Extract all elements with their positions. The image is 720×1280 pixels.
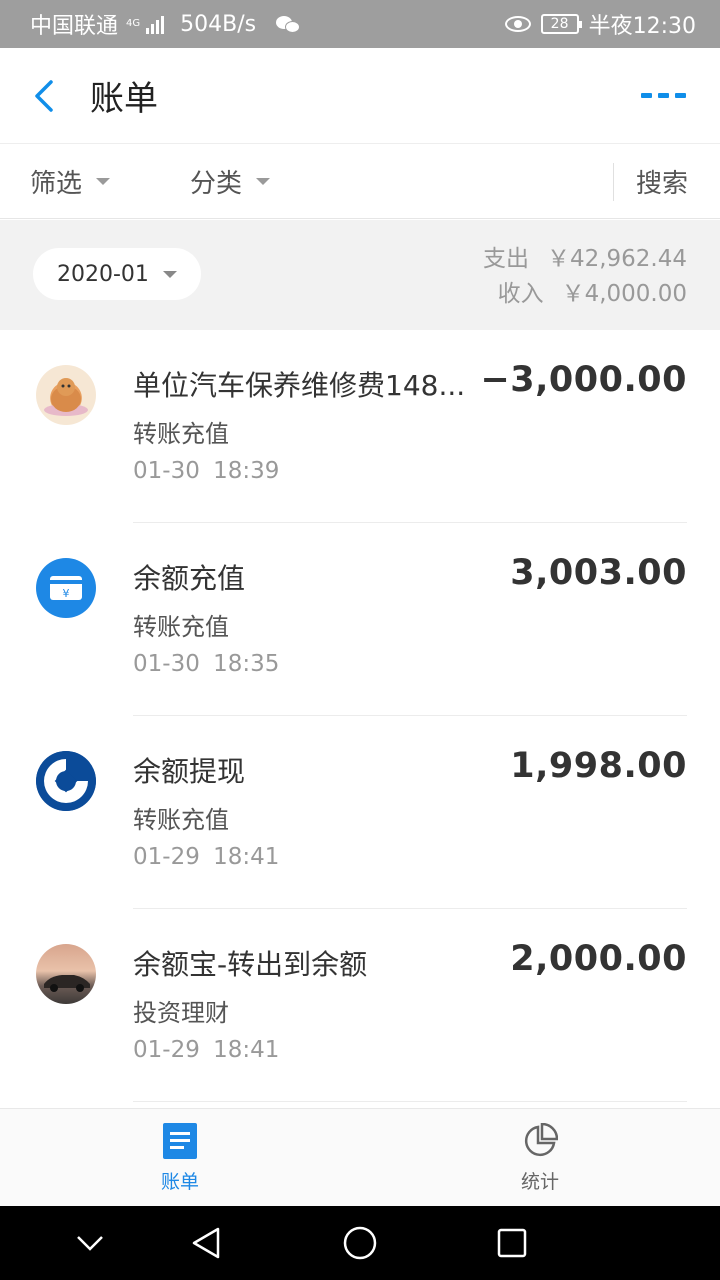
transaction-row[interactable]: 单位汽车保养维修费148... 转账充值 01-30 18:39 −3,000.… (0, 330, 720, 523)
tab-statistics-label: 统计 (520, 1171, 559, 1193)
battery-level: 28 (550, 16, 569, 32)
page-title: 账单 (90, 79, 158, 119)
transaction-amount: 1,998.00 (510, 746, 687, 786)
filter-dropdown[interactable]: 筛选 (30, 163, 111, 200)
clock: 半夜12:30 (588, 14, 696, 39)
hide-nav-button[interactable] (72, 1225, 108, 1261)
expense-label: 支出 (482, 246, 529, 272)
transaction-amount: 2,000.00 (510, 939, 687, 979)
totals: 支出 ￥42,962.44 收入 ￥4,000.00 (483, 242, 687, 312)
svg-text:¥: ¥ (63, 587, 70, 600)
transaction-amount: −3,000.00 (480, 360, 687, 400)
expense-total: 支出 ￥42,962.44 (483, 242, 687, 277)
wechat-icon (276, 14, 302, 34)
month-summary: 2020-01 支出 ￥42,962.44 收入 ￥4,000.00 (0, 220, 720, 330)
transaction-list: 单位汽车保养维修费148... 转账充值 01-30 18:39 −3,000.… (0, 330, 720, 1102)
transaction-amount: 3,003.00 (510, 553, 687, 593)
month-value: 2020-01 (57, 261, 149, 287)
battery-icon: 28 (540, 14, 582, 34)
network-type: 4G (126, 18, 141, 29)
divider (613, 163, 614, 201)
pie-chart-icon (524, 1123, 558, 1157)
nav-recents-button[interactable] (494, 1225, 530, 1261)
ccb-bank-icon (36, 751, 96, 811)
carrier-name: 中国联通 (30, 14, 119, 39)
transaction-name: 余额充值 (133, 562, 246, 595)
more-options-button[interactable] (641, 93, 686, 98)
car-avatar-icon (36, 944, 96, 1004)
caret-down-icon (256, 178, 271, 185)
tab-statistics[interactable]: 统计 (480, 1123, 600, 1194)
transaction-row[interactable]: 余额提现 转账充值 01-29 18:41 1,998.00 (0, 716, 720, 909)
row-divider (133, 1101, 687, 1102)
transaction-category: 转账充值 (133, 613, 229, 641)
expense-value: ￥42,962.44 (546, 246, 687, 272)
transaction-row[interactable]: ¥ 余额充值 转账充值 01-30 18:35 3,003.00 (0, 523, 720, 716)
transaction-time: 01-29 18:41 (133, 1037, 280, 1063)
back-button[interactable] (0, 48, 90, 144)
transaction-category: 投资理财 (133, 999, 229, 1027)
transaction-category: 转账充值 (133, 806, 229, 834)
bottom-tab-bar: 账单 统计 (0, 1108, 720, 1206)
cat-avatar-icon (36, 365, 96, 425)
month-picker[interactable]: 2020-01 (33, 248, 201, 300)
caret-down-icon (96, 178, 111, 185)
income-label: 收入 (497, 281, 544, 307)
more-dot-icon (675, 93, 686, 98)
tab-bill-label: 账单 (160, 1171, 199, 1193)
filter-label: 筛选 (30, 169, 83, 199)
triangle-back-icon (192, 1227, 220, 1259)
nav-home-button[interactable] (342, 1225, 378, 1261)
chevron-down-icon (77, 1236, 103, 1251)
caret-down-icon (162, 270, 177, 278)
transaction-name: 余额宝-转出到余额 (133, 948, 368, 981)
system-nav-bar (0, 1206, 720, 1280)
transaction-row[interactable]: 余额宝-转出到余额 投资理财 01-29 18:41 2,000.00 (0, 909, 720, 1102)
transaction-time: 01-29 18:41 (133, 844, 280, 870)
eye-comfort-icon (504, 16, 531, 32)
transaction-time: 01-30 18:35 (133, 651, 280, 677)
network-speed: 504B/s (180, 11, 257, 37)
nav-back-button[interactable] (188, 1225, 224, 1261)
status-bar: 中国联通 4G 504B/s 28 半夜12:30 (0, 0, 720, 48)
title-bar: 账单 (0, 48, 720, 144)
category-label: 分类 (190, 169, 243, 199)
balance-card-icon: ¥ (36, 558, 96, 618)
income-total: 收入 ￥4,000.00 (483, 277, 687, 312)
tab-bill[interactable]: 账单 (120, 1123, 240, 1194)
circle-home-icon (343, 1226, 377, 1260)
transaction-category: 转账充值 (133, 420, 229, 448)
more-dot-icon (641, 93, 652, 98)
income-value: ￥4,000.00 (561, 281, 687, 307)
category-dropdown[interactable]: 分类 (190, 163, 271, 200)
transaction-time: 01-30 18:39 (133, 458, 280, 484)
more-dot-icon (658, 93, 669, 98)
search-button[interactable]: 搜索 (636, 163, 688, 200)
filter-bar: 筛选 分类 搜索 (0, 145, 720, 219)
transaction-name: 单位汽车保养维修费148... (133, 369, 466, 402)
bill-list-icon (163, 1123, 197, 1159)
transaction-name: 余额提现 (133, 755, 246, 788)
signal-icon (146, 14, 165, 34)
square-recents-icon (497, 1228, 527, 1258)
back-arrow-icon (35, 79, 53, 112)
